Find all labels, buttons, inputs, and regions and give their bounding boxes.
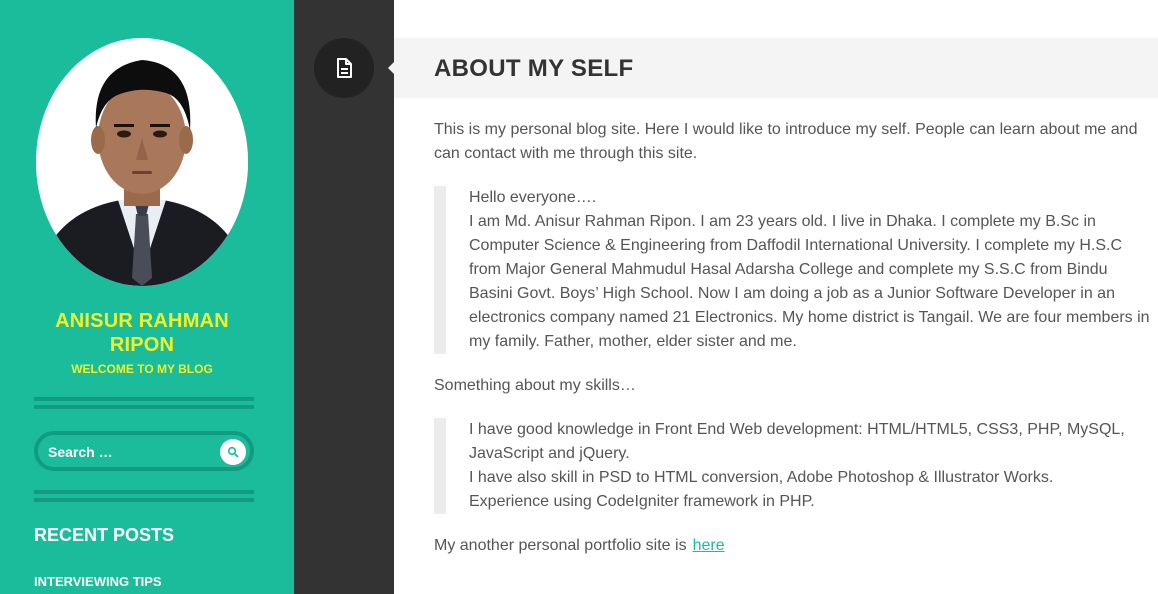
quote-line: I have good knowledge in Front End Web d… bbox=[469, 421, 1125, 462]
portfolio-text: My another personal portfolio site is bbox=[434, 537, 687, 554]
divider bbox=[34, 490, 254, 494]
search-button[interactable] bbox=[220, 439, 246, 465]
divider bbox=[34, 397, 254, 401]
portfolio-paragraph: My another personal portfolio site is her… bbox=[434, 534, 1154, 558]
quote-line: I have also skill in PSD to HTML convers… bbox=[469, 469, 1054, 486]
search-form bbox=[34, 431, 254, 471]
page-title: ABOUT MY SELF bbox=[434, 55, 634, 82]
recent-posts-title: RECENT POSTS bbox=[34, 525, 175, 545]
post-format-badge[interactable] bbox=[314, 38, 374, 98]
divider bbox=[34, 498, 254, 502]
entry-content: This is my personal blog site. Here I wo… bbox=[434, 118, 1154, 558]
site-title[interactable]: ANISUR RAHMAN RIPON bbox=[30, 309, 254, 357]
avatar bbox=[36, 38, 248, 286]
document-icon bbox=[337, 58, 352, 78]
site-description: WELCOME TO MY BLOG bbox=[71, 362, 213, 376]
sidebar: ANISUR RAHMAN RIPON WELCOME TO MY BLOG R… bbox=[0, 0, 294, 594]
quote-line: Hello everyone…. bbox=[469, 189, 597, 206]
skills-heading: Something about my skills… bbox=[434, 377, 636, 394]
recent-post-link[interactable]: INTERVIEWING TIPS bbox=[34, 574, 162, 589]
divider bbox=[34, 405, 254, 409]
skills-quote: I have good knowledge in Front End Web d… bbox=[434, 418, 1154, 514]
quote-line: I am Md. Anisur Rahman Ripon. I am 23 ye… bbox=[469, 213, 1150, 350]
entry-header: ABOUT MY SELF bbox=[394, 38, 1158, 98]
search-input[interactable] bbox=[48, 441, 208, 463]
portfolio-link[interactable]: here bbox=[693, 537, 725, 554]
about-quote: Hello everyone…. I am Md. Anisur Rahman … bbox=[434, 186, 1154, 354]
quote-line: Experience using CodeIgniter framework i… bbox=[469, 493, 815, 510]
intro-paragraph: This is my personal blog site. Here I wo… bbox=[434, 121, 1138, 162]
post-format-column bbox=[294, 0, 394, 594]
search-icon bbox=[227, 446, 239, 458]
